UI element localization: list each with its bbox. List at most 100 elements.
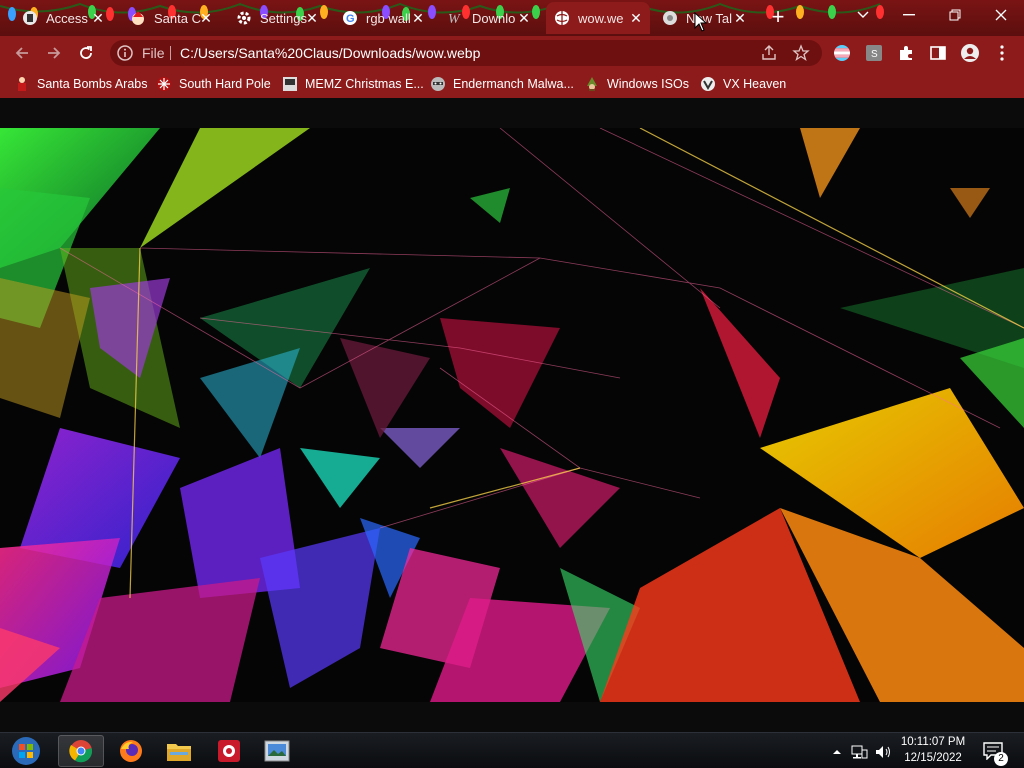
- bookmark-label: Endermanch Malwa...: [453, 77, 574, 91]
- tab-title: Downlo: [472, 10, 516, 26]
- globe-icon: [554, 10, 570, 26]
- clock-time: 10:11:07 PM: [900, 736, 966, 748]
- svg-text:S: S: [871, 49, 878, 60]
- vx-heaven-icon: [700, 76, 716, 92]
- extensions-puzzle-icon[interactable]: [896, 43, 916, 63]
- url-text[interactable]: C:/Users/Santa%20Claus/Downloads/wow.web…: [180, 45, 480, 61]
- tab-wow-webp[interactable]: wow.we ✕: [546, 2, 650, 34]
- mouse-cursor-icon: [694, 12, 708, 32]
- firefox-icon: [120, 740, 142, 762]
- address-bar[interactable]: File C:/Users/Santa%20Claus/Downloads/wo…: [110, 40, 822, 66]
- bookmark-label: Santa Bombs Arabs: [37, 77, 148, 91]
- chrome-icon: [69, 740, 93, 763]
- close-tab-icon[interactable]: ✕: [304, 10, 320, 26]
- bookmarks-bar: Santa Bombs Arabs South Hard Pole MEMZ C…: [0, 70, 1024, 98]
- close-window-button[interactable]: [978, 0, 1024, 30]
- chevron-up-icon: [833, 750, 841, 754]
- memz-icon: [282, 76, 298, 92]
- clock-date: 12/15/2022: [904, 752, 962, 764]
- omnibox-divider: [170, 46, 171, 60]
- reload-icon: [80, 46, 92, 59]
- windows-start-orb-icon: [12, 737, 40, 765]
- screen: Access ✕ Santa C ✕ Settings ✕ G rgb wall…: [0, 0, 1024, 768]
- show-hidden-icons-button[interactable]: [828, 743, 846, 761]
- profile-avatar-icon[interactable]: [960, 43, 980, 63]
- settings-gear-icon: [236, 10, 252, 26]
- tab-title: Settings: [260, 10, 307, 26]
- taskbar-file-explorer[interactable]: [156, 735, 202, 767]
- chrome-icon: [662, 10, 678, 26]
- close-icon: [995, 9, 1007, 21]
- restore-button[interactable]: [932, 0, 978, 30]
- bookmark-vx-heaven[interactable]: VX Heaven: [700, 75, 786, 93]
- star-icon[interactable]: [792, 44, 810, 62]
- close-tab-icon[interactable]: ✕: [410, 10, 426, 26]
- minimize-button[interactable]: [886, 0, 932, 30]
- forward-button[interactable]: [42, 41, 66, 65]
- tab-access[interactable]: Access ✕: [14, 2, 112, 34]
- tab-title: rgb wall: [366, 10, 411, 26]
- close-tab-icon[interactable]: ✕: [198, 10, 214, 26]
- tab-rgb-wallpaper[interactable]: G rgb wall ✕: [334, 2, 432, 34]
- rgb-polygon-wallpaper-image[interactable]: [0, 128, 1024, 702]
- access-icon: [22, 10, 38, 26]
- google-icon: G: [342, 10, 358, 26]
- start-button[interactable]: [4, 735, 48, 767]
- close-tab-icon[interactable]: ✕: [516, 10, 532, 26]
- folder-icon: [167, 744, 191, 761]
- bookmark-windows-isos[interactable]: Windows ISOs: [584, 75, 689, 93]
- gnome-icon: [584, 76, 600, 92]
- red-app-icon: [218, 740, 240, 762]
- photo-viewer-icon: [264, 740, 290, 762]
- side-panel-icon[interactable]: [928, 43, 948, 63]
- info-icon[interactable]: [116, 44, 134, 62]
- close-tab-icon[interactable]: ✕: [90, 10, 106, 26]
- taskbar-app-red[interactable]: [206, 735, 252, 767]
- close-tab-icon[interactable]: ✕: [628, 10, 644, 26]
- bookmark-label: MEMZ Christmas E...: [305, 77, 424, 91]
- santa-figure-icon: [14, 76, 30, 92]
- share-icon[interactable]: [760, 44, 778, 62]
- bookmark-label: VX Heaven: [723, 77, 787, 91]
- taskbar-image-viewer[interactable]: [254, 735, 300, 767]
- chevron-down-icon: [857, 11, 869, 18]
- taskbar-firefox[interactable]: [108, 735, 154, 767]
- tab-title: New Tal: [686, 10, 733, 26]
- tab-title: Access: [46, 10, 88, 26]
- network-icon[interactable]: [850, 743, 868, 761]
- bookmark-endermanch[interactable]: Endermanch Malwa...: [430, 75, 574, 93]
- tab-settings[interactable]: Settings ✕: [228, 2, 326, 34]
- raccoon-icon: [430, 76, 446, 92]
- taskbar-chrome[interactable]: [58, 735, 104, 767]
- bookmark-santa-bombs[interactable]: Santa Bombs Arabs: [14, 75, 147, 93]
- tab-search-button[interactable]: [840, 0, 886, 30]
- arrow-right-icon: [48, 47, 61, 59]
- page-content: [0, 98, 1024, 732]
- reload-button[interactable]: [74, 41, 98, 65]
- restore-icon: [949, 9, 961, 21]
- minimize-icon: [903, 14, 915, 16]
- s-extension-icon[interactable]: S: [864, 43, 884, 63]
- tab-santa[interactable]: Santa C ✕: [122, 2, 220, 34]
- tab-downloads[interactable]: W Downlo ✕: [440, 2, 538, 34]
- toolbar: File C:/Users/Santa%20Claus/Downloads/wo…: [0, 36, 1024, 70]
- download-w-icon: W: [448, 10, 464, 26]
- bookmark-memz-christmas[interactable]: MEMZ Christmas E...: [282, 75, 424, 93]
- notification-count-badge: 2: [994, 752, 1008, 766]
- snowflake-icon: [156, 76, 172, 92]
- tab-title: Santa C: [154, 10, 201, 26]
- close-tab-icon[interactable]: ✕: [732, 10, 748, 26]
- menu-kebab-icon[interactable]: [992, 43, 1012, 63]
- new-tab-button[interactable]: +: [766, 6, 790, 30]
- trans-flag-extension-icon[interactable]: [832, 43, 852, 63]
- bookmark-south-hard-pole[interactable]: South Hard Pole: [156, 75, 271, 93]
- scheme-label: File: [142, 45, 165, 61]
- system-clock[interactable]: 10:11:07 PM 12/15/2022: [894, 734, 972, 766]
- tab-title: wow.we: [578, 10, 624, 26]
- bookmark-label: Windows ISOs: [607, 77, 689, 91]
- svg-text:G: G: [346, 13, 355, 25]
- back-button[interactable]: [10, 41, 34, 65]
- volume-icon[interactable]: [874, 743, 892, 761]
- taskbar: 10:11:07 PM 12/15/2022 2: [0, 732, 1024, 768]
- svg-text:W: W: [448, 12, 461, 26]
